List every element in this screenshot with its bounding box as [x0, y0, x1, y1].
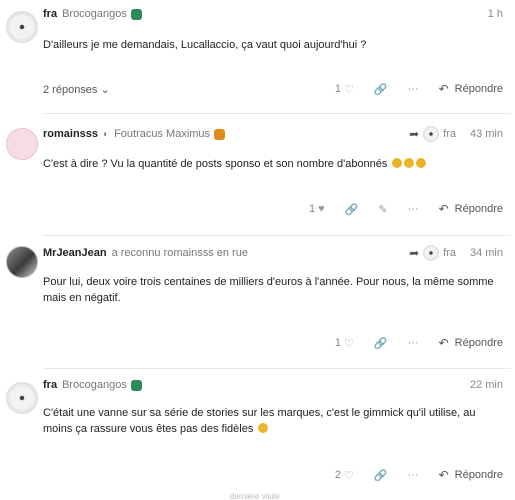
- flair-icon: [130, 8, 142, 20]
- edit-icon[interactable]: ✎: [378, 203, 387, 216]
- username[interactable]: MrJeanJean: [43, 247, 107, 259]
- reply-button[interactable]: ↶ Répondre: [439, 468, 503, 482]
- link-icon[interactable]: 🔗: [374, 469, 388, 482]
- reply-icon: ↶: [438, 468, 449, 482]
- reply-to-avatar[interactable]: [423, 126, 440, 142]
- avatar[interactable]: [6, 382, 38, 414]
- like-count[interactable]: 1: [335, 83, 341, 95]
- user-title: a reconnu romainsss en rue: [111, 247, 248, 259]
- heart-icon[interactable]: ♡: [344, 337, 354, 350]
- avatar[interactable]: [6, 128, 38, 160]
- more-icon[interactable]: ···: [408, 83, 419, 95]
- reply-button[interactable]: ↶ Répondre: [439, 202, 503, 216]
- reply-to-username[interactable]: fra: [443, 128, 456, 140]
- post-body: C'était une vanne sur sa série de storie…: [43, 405, 503, 437]
- flair-icon: [130, 379, 142, 391]
- username[interactable]: fra: [43, 379, 57, 391]
- heart-icon[interactable]: ♡: [344, 469, 354, 482]
- separator: [43, 368, 511, 369]
- avatar[interactable]: [6, 11, 38, 43]
- like-count[interactable]: 1: [309, 203, 315, 215]
- reply-button[interactable]: ↶ Répondre: [439, 336, 503, 350]
- like-count[interactable]: 2: [335, 469, 341, 481]
- username[interactable]: romainsss: [43, 128, 98, 140]
- replies-label: 2 réponses: [43, 83, 98, 96]
- flair-icon: [214, 128, 226, 140]
- separator: [43, 235, 511, 236]
- reply-icon: ↶: [438, 336, 449, 350]
- money-bag-icon: [416, 158, 427, 168]
- more-icon[interactable]: ···: [408, 469, 419, 481]
- reply-label: Répondre: [454, 203, 503, 215]
- grin-emoji-icon: [258, 423, 269, 433]
- last-visit-marker: dernière visite: [230, 492, 280, 500]
- post-time[interactable]: 34 min: [470, 247, 503, 259]
- user-title: Brocogangos: [62, 379, 127, 391]
- reply-label: Répondre: [454, 83, 503, 95]
- money-bag-icon: [404, 158, 415, 168]
- reply-label: Répondre: [454, 469, 503, 481]
- shield-icon: ◐: [103, 128, 110, 140]
- reply-to-avatar[interactable]: [423, 245, 440, 261]
- more-icon[interactable]: ···: [408, 337, 419, 349]
- username[interactable]: fra: [43, 8, 57, 20]
- more-icon[interactable]: ···: [408, 203, 419, 215]
- reply-to-username[interactable]: fra: [443, 247, 456, 259]
- post-body: D'ailleurs je me demandais, Lucallaccio,…: [43, 39, 367, 51]
- reply-icon: ↶: [438, 82, 449, 96]
- reply-button[interactable]: ↶ Répondre: [439, 82, 503, 96]
- link-icon[interactable]: 🔗: [374, 83, 388, 96]
- heart-icon[interactable]: ♥: [318, 203, 325, 215]
- post-time[interactable]: 1 h: [488, 8, 503, 20]
- reply-to-icon[interactable]: ➦: [409, 246, 419, 260]
- post-time[interactable]: 43 min: [470, 128, 503, 140]
- reply-to-icon[interactable]: ➦: [409, 127, 419, 141]
- money-bag-icon: [392, 158, 403, 168]
- post-body: Pour lui, deux voire trois centaines de …: [43, 276, 494, 304]
- chevron-down-icon: ⌄: [100, 83, 110, 96]
- reply-label: Répondre: [454, 337, 503, 349]
- post-text: C'est à dire ? Vu la quantité de posts s…: [43, 158, 388, 170]
- separator: [43, 113, 511, 114]
- user-title: Brocogangos: [62, 8, 127, 20]
- link-icon[interactable]: 🔗: [374, 337, 388, 350]
- show-replies-button[interactable]: 2 réponses ⌄: [43, 83, 110, 96]
- avatar[interactable]: [6, 246, 38, 278]
- link-icon[interactable]: 🔗: [345, 203, 359, 216]
- reply-icon: ↶: [438, 202, 449, 216]
- post-time[interactable]: 22 min: [470, 379, 503, 391]
- heart-icon[interactable]: ♡: [344, 83, 354, 96]
- like-count[interactable]: 1: [335, 337, 341, 349]
- user-title: Foutracus Maximus: [114, 128, 211, 140]
- post-body: C'est à dire ? Vu la quantité de posts s…: [43, 156, 503, 172]
